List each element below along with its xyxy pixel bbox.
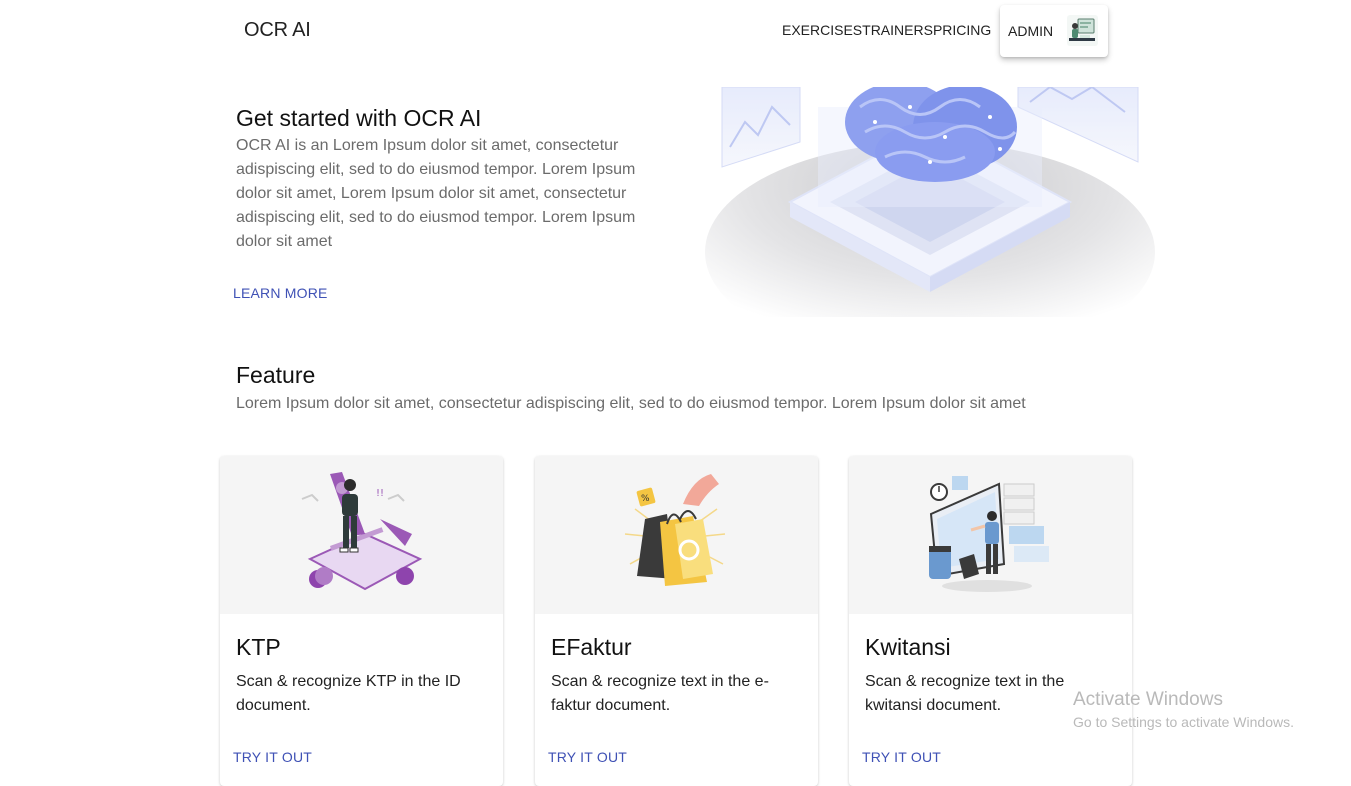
learn-more-button[interactable]: LEARN MORE [233, 285, 328, 301]
shopping-bags-illustration-icon: % [624, 474, 726, 586]
card-title: Kwitansi [865, 634, 951, 660]
ai-brain-illustration [705, 87, 1155, 317]
main-nav: EXERCISES TRAINERS PRICING [782, 22, 991, 38]
try-it-out-ktp-button[interactable]: TRY IT OUT [233, 749, 312, 765]
card-media: % [535, 456, 818, 614]
card-description: Scan & recognize text in the e-faktur do… [551, 673, 769, 714]
brand-logo-text[interactable]: OCR AI [244, 19, 311, 42]
admin-menu-button[interactable]: ADMIN [1000, 5, 1108, 57]
card-title: KTP [236, 634, 281, 660]
card-description: Scan & recognize KTP in the ID document. [236, 673, 461, 714]
try-it-out-kwitansi-button[interactable]: TRY IT OUT [862, 749, 941, 765]
card-media [849, 456, 1132, 614]
hero-description: OCR AI is an Lorem Ipsum dolor sit amet,… [236, 137, 636, 250]
nav-exercises[interactable]: EXERCISES [782, 22, 862, 38]
feature-card-efaktur: % EFaktur Scan & recognize text in the e… [535, 456, 818, 786]
admin-avatar-icon [1067, 15, 1098, 46]
feature-description: Lorem Ipsum dolor sit amet, consectetur … [236, 395, 1026, 412]
windows-watermark-subtitle: Go to Settings to activate Windows. [1073, 714, 1294, 730]
windows-watermark-title: Activate Windows [1073, 689, 1223, 710]
feature-title: Feature [236, 362, 316, 388]
svg-text:!!: !! [376, 488, 384, 499]
card-title: EFaktur [551, 634, 632, 660]
feature-card-kwitansi: Kwitansi Scan & recognize text in the kw… [849, 456, 1132, 786]
office-worker-illustration-icon [929, 476, 1049, 592]
hero-title: Get started with OCR AI [236, 105, 482, 131]
svg-text:%: % [641, 494, 650, 504]
person-finance-illustration-icon: !! [301, 472, 423, 591]
admin-label: ADMIN [1008, 23, 1054, 39]
nav-trainers[interactable]: TRAINERS [862, 22, 933, 38]
nav-pricing[interactable]: PRICING [933, 22, 991, 38]
feature-card-ktp: !! KTP Scan & recognize KTP in the ID do… [220, 456, 503, 786]
card-media: !! [220, 456, 503, 614]
try-it-out-efaktur-button[interactable]: TRY IT OUT [548, 749, 627, 765]
